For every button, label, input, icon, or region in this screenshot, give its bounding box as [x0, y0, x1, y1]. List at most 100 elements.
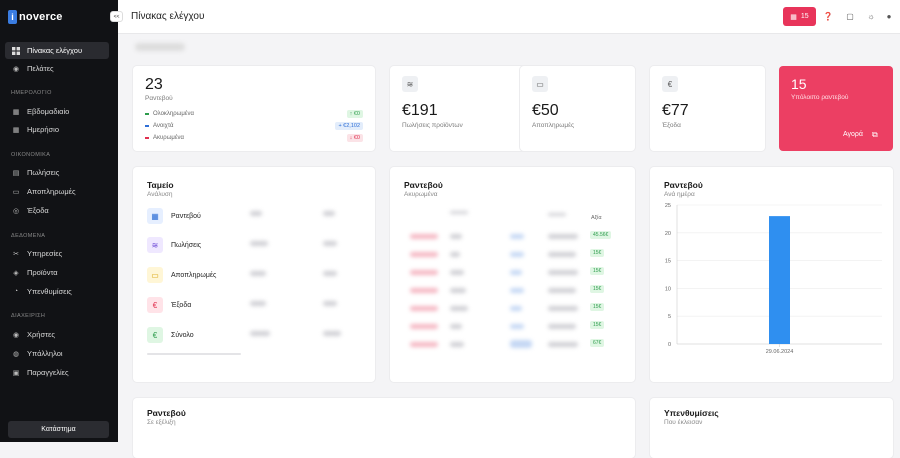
expenses-value: €77 — [662, 102, 689, 119]
y-tick-label: 10 — [665, 286, 671, 292]
sidebar-item-daily[interactable]: ▦ Ημερήσιο — [5, 121, 109, 138]
sidebar-item-label: Υπενθυμίσεις — [27, 287, 72, 296]
appointments-per-day-card: Ραντεβού Ανά ημέρα 0 5 10 15 20 25 29.06.2024 — [650, 167, 893, 382]
cashbox-row-appointments[interactable]: ▦ Ραντεβού — [147, 208, 201, 224]
cancelled-value: 67€ — [590, 339, 605, 347]
sidebar-item-label: Αποπληρωμές — [27, 187, 76, 196]
euro-coin-icon: € — [662, 76, 678, 92]
cancelled-title: Ραντεβού — [404, 180, 443, 190]
external-link-icon[interactable]: ⧉ — [872, 130, 878, 140]
cashbox-row-sales[interactable]: ≋ Πωλήσεις — [147, 237, 201, 253]
remaining-appointments-card: 15 Υπόλοιπο ραντεβού Αγορά ⧉ — [779, 66, 893, 151]
cancelled-row: Ακυρωμένα — [145, 135, 184, 141]
sidebar-item-label: Ημερήσιο — [27, 125, 59, 134]
cancelled-value: 15€ — [590, 267, 605, 275]
sidebar-item-weekly[interactable]: ▦ Εβδομαδιαίο — [5, 103, 109, 120]
sidebar-item-dashboard[interactable]: Πίνακας ελέγχου — [5, 42, 109, 59]
in-progress-title: Ραντεβού — [147, 408, 186, 418]
repayments-value: €50 — [532, 102, 559, 119]
scrollbar[interactable] — [147, 353, 241, 355]
completed-row: Ολοκληρωμένα — [145, 111, 194, 117]
calendar-icon: ▦ — [147, 208, 163, 224]
sidebar-item-reminders[interactable]: ◔ Υπενθυμίσεις — [5, 283, 109, 300]
cashbox-card: Ταμείο Ανάλυση ▦ Ραντεβού ≋ Πωλήσεις ▭ Α… — [133, 167, 375, 382]
sidebar-item-users[interactable]: ◉ Χρήστες — [5, 326, 109, 343]
layers-icon: ≋ — [402, 76, 418, 92]
appointments-bar-chart: 0 5 10 15 20 25 29.06.2024 — [665, 203, 882, 355]
shop-button[interactable]: Κατάστημα — [8, 421, 109, 438]
grid-icon — [12, 46, 20, 55]
messages-icon[interactable]: ▢ — [845, 11, 855, 21]
sidebar-item-expenses[interactable]: ◎ Έξοδα — [5, 202, 109, 219]
section-data: ΔΕΔΟΜΕΝΑ — [11, 233, 46, 239]
logo-text: noverce — [19, 11, 63, 23]
cashbox-row-total[interactable]: € Σύνολο — [147, 327, 194, 343]
orders-icon: ▣ — [12, 369, 20, 377]
repayments-stat-card: ▭ €50 Αποπληρωμές — [520, 66, 635, 151]
euro-coin-icon: € — [147, 327, 163, 343]
repayments-icon: ▭ — [12, 188, 20, 196]
badge-count: 15 — [800, 13, 809, 20]
collapse-sidebar-button[interactable]: << — [110, 11, 123, 22]
user-icon: ◉ — [12, 65, 20, 73]
open-amount: + €2,102 — [335, 122, 363, 130]
product-sales-value: €191 — [402, 102, 438, 119]
cancelled-subtitle: Ακυρωμένα — [404, 191, 438, 198]
product-sales-label: Πωλήσεις προϊόντων — [402, 122, 463, 129]
buy-button[interactable]: Αγορά — [843, 131, 863, 138]
cancelled-value: 45.56€ — [590, 231, 612, 239]
sidebar-item-products[interactable]: ◈ Προϊόντα — [5, 264, 109, 281]
products-icon: ◈ — [13, 269, 19, 277]
sidebar-item-employees[interactable]: ◍ Υπάλληλοι — [5, 345, 109, 362]
reminders-icon: ◔ — [13, 288, 19, 295]
logo[interactable]: i noverce — [8, 10, 63, 24]
cancelled-value: 15€ — [590, 321, 605, 329]
card-icon: ▭ — [147, 267, 163, 283]
cashbox-subtitle: Ανάλυση — [147, 191, 173, 198]
in-progress-subtitle: Σε εξέλιξη — [147, 419, 176, 426]
page-title: Πίνακας ελέγχου — [131, 11, 205, 22]
sidebar-item-label: Πίνακας ελέγχου — [27, 46, 83, 55]
sidebar-item-label: Πωλήσεις — [27, 168, 60, 177]
x-tick-label: 29.06.2024 — [766, 349, 794, 355]
appointments-balance-button[interactable]: ▦ 15 — [783, 7, 816, 26]
sidebar-item-orders[interactable]: ▣ Παραγγελίες — [5, 364, 109, 381]
sidebar-item-label: Υπάλληλοι — [27, 349, 63, 358]
card-icon: ▭ — [532, 76, 548, 92]
sidebar-item-services[interactable]: ✂ Υπηρεσίες — [5, 245, 109, 262]
calendar-icon: ▦ — [790, 13, 797, 21]
reminders-subtitle: Που έκλεισαν — [664, 419, 703, 426]
sidebar-item-repayments[interactable]: ▭ Αποπληρωμές — [5, 183, 109, 200]
expenses-stat-card: € €77 Έξοδα — [650, 66, 765, 151]
sidebar-item-sales[interactable]: ▤ Πωλήσεις — [5, 164, 109, 181]
y-tick-label: 15 — [665, 259, 671, 265]
bar[interactable] — [769, 216, 790, 344]
employees-icon: ◍ — [12, 350, 20, 358]
euro-coin-icon: € — [147, 297, 163, 313]
sales-icon: ▤ — [12, 169, 20, 177]
logo-mark: i — [8, 10, 17, 24]
y-tick-label: 0 — [668, 342, 671, 348]
appointments-count: 23 — [145, 76, 163, 93]
cancelled-appointments-card: Ραντεβού Ακυρωμένα Αξία 45.56€ 15€ 15€ 1… — [390, 167, 635, 382]
sidebar: i noverce Πίνακας ελέγχου ◉ Πελάτες ΗΜΕΡ… — [0, 0, 118, 442]
sidebar-item-label: Εβδομαδιαίο — [27, 107, 70, 116]
profile-icon[interactable]: ● — [884, 11, 894, 21]
y-tick-label: 5 — [668, 314, 671, 320]
section-management: ΔΙΑΧΕΙΡΙΣΗ — [11, 313, 46, 319]
theme-sun-icon[interactable]: ☼ — [866, 11, 876, 21]
cancelled-amount: ↓ €0 — [346, 134, 363, 142]
sidebar-item-label: Υπηρεσίες — [27, 249, 63, 258]
appointments-stat-card: 23 Ραντεβού Ολοκληρωμένα ↑ €0 Ανοιχτά + … — [133, 66, 375, 151]
cancelled-value: 15€ — [590, 285, 605, 293]
help-icon[interactable]: ❓ — [823, 11, 833, 21]
cashbox-row-repayments[interactable]: ▭ Αποπληρωμές — [147, 267, 216, 283]
cancelled-value: 15€ — [590, 303, 605, 311]
expenses-icon: ◎ — [12, 207, 20, 215]
cashbox-row-expenses[interactable]: € Έξοδα — [147, 297, 191, 313]
sidebar-item-customers[interactable]: ◉ Πελάτες — [5, 60, 109, 77]
expenses-label: Έξοδα — [662, 122, 681, 129]
value-column-header: Αξία — [591, 215, 602, 221]
users-icon: ◉ — [12, 331, 20, 339]
top-header: Πίνακας ελέγχου ▦ 15 ❓ ▢ ☼ ● — [118, 0, 900, 34]
